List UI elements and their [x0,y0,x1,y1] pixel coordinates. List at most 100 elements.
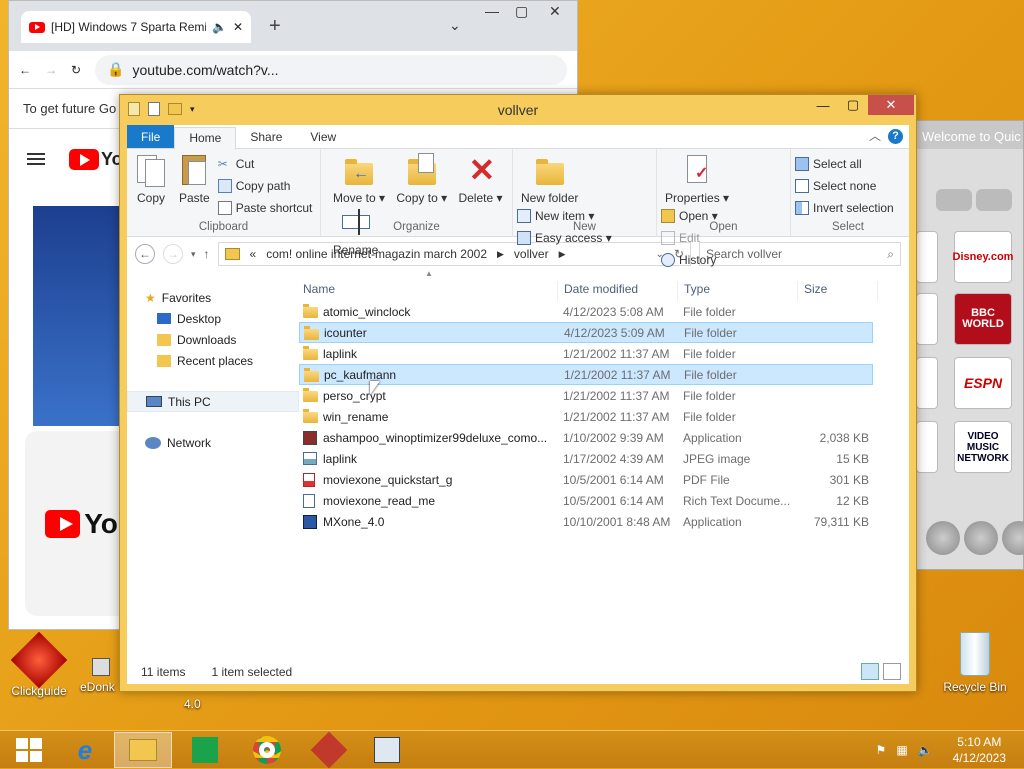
bbc-logo[interactable]: BBC WORLD [954,293,1012,345]
table-row[interactable]: moviexone_read_me 10/5/2001 6:14 AM Rich T… [299,490,873,511]
move-to-button[interactable]: ← Move to ▾ [329,153,389,205]
tab-home[interactable]: Home [174,127,237,150]
chevron-right-icon[interactable]: ▶ [559,249,566,260]
tab-close-icon[interactable]: ✕ [233,20,243,34]
table-row[interactable]: ashampoo_winoptimizer99deluxe_como... 1/1… [299,427,873,448]
copy-to-button[interactable]: Copy to ▾ [392,153,451,205]
delete-button[interactable]: ✕ Delete ▾ [454,153,506,205]
espn-logo[interactable]: ESPN [954,357,1012,409]
clock[interactable]: 5:10 AM 4/12/2023 [953,734,1006,766]
minimize-button[interactable]: — [808,95,838,115]
logo-tile[interactable] [916,293,938,345]
player-button[interactable] [1002,521,1024,555]
table-row[interactable]: atomic_winclock 4/12/2023 5:08 AM File fol… [299,301,873,322]
table-row[interactable]: moviexone_quickstart_g 10/5/2001 6:14 AM P… [299,469,873,490]
taskbar-internet-explorer[interactable]: e [56,732,114,768]
network-tray-icon[interactable]: ▦ [896,743,907,757]
tv-tab[interactable] [936,189,972,211]
close-button[interactable]: ✕ [868,95,914,115]
nav-item-network[interactable]: Network [127,432,299,453]
breadcrumb[interactable]: « com! online internet-magazin march 200… [217,242,691,266]
maximize-button[interactable]: ▢ [515,3,528,20]
reload-icon[interactable]: ↻ [71,63,81,77]
breadcrumb-prefix[interactable]: « [250,247,257,261]
paste-button[interactable]: Paste [174,153,214,205]
logo-tile[interactable] [916,357,938,409]
copy-path-button[interactable]: Copy path [217,177,313,195]
action-center-icon[interactable]: ⚑ [876,743,887,757]
tab-share[interactable]: Share [236,125,296,148]
table-row[interactable]: laplink 1/17/2002 4:39 AM JPEG image 15 KB [299,448,873,469]
taskbar-store[interactable] [176,732,234,768]
nav-item-desktop[interactable]: Desktop [127,308,299,329]
nav-item-favorites[interactable]: ★ Favorites [127,287,299,308]
taskbar-app[interactable] [300,731,358,769]
logo-tile[interactable] [916,421,938,473]
tab-file[interactable]: File [127,125,175,148]
nav-item-downloads[interactable]: Downloads [127,329,299,350]
explorer-titlebar[interactable]: ▾ vollver — ▢ ✕ [120,95,916,123]
nav-item-recent-places[interactable]: Recent places [127,350,299,371]
help-icon[interactable]: ? [888,129,903,144]
tab-search-icon[interactable]: ⌄ [449,17,461,34]
details-view-button[interactable] [861,663,879,680]
desktop-icon-edonkey[interactable]: eDonk [80,658,120,694]
copy-button[interactable]: Copy [131,153,171,205]
file-explorer-window[interactable]: ▾ vollver — ▢ ✕ File Home Share View ︿ ? [119,94,917,692]
file-list[interactable]: Name ▲ Date modified Type Size atomic_wi… [299,269,909,660]
new-folder-button[interactable]: New folder [517,153,582,205]
player-button[interactable] [964,521,998,555]
paste-shortcut-button[interactable]: Paste shortcut [217,199,312,217]
forward-button[interactable]: → [163,244,183,264]
menu-icon[interactable] [27,153,45,165]
column-name[interactable]: Name [303,282,335,296]
new-tab-button[interactable]: + [269,15,281,38]
nav-item-this-pc[interactable]: This PC [127,391,299,412]
chevron-right-icon[interactable]: ▶ [497,249,504,260]
forward-icon[interactable]: → [45,63,57,77]
back-button[interactable]: ← [135,244,155,264]
address-bar[interactable]: 🔒 youtube.com/watch?v... [95,54,567,85]
column-type[interactable]: Type [684,282,710,296]
logo-tile[interactable] [916,231,938,283]
player-button[interactable] [926,521,960,555]
desktop-icon-recycle-bin[interactable]: Recycle Bin [940,632,1010,694]
minimize-button[interactable]: — [485,3,499,19]
taskbar-file-explorer[interactable] [114,732,172,768]
cut-button[interactable]: ✂ Cut [218,155,313,173]
quick-app-window[interactable]: Welcome to Quic Disney.com BBC WORLD ESP… [905,120,1024,570]
close-button[interactable]: ✕ [549,3,561,20]
video-thumbnail[interactable] [33,206,129,426]
column-date[interactable]: Date modified [564,282,638,296]
back-icon[interactable]: ← [19,63,31,77]
taskbar-chrome[interactable] [238,732,296,768]
desktop-icon-clickguide[interactable]: Clickguide [8,631,70,698]
disney-logo[interactable]: Disney.com [953,231,1013,283]
vmn-logo[interactable]: VIDEO MUSIC NETWORK [954,421,1012,473]
table-row[interactable]: win_rename 1/21/2002 11:37 AM File folder [299,406,873,427]
recent-locations-icon[interactable]: ▾ [191,249,196,260]
properties-button[interactable]: ✓ Properties ▾ [661,153,733,205]
table-row[interactable]: MXone_4.0 10/10/2001 8:48 AM Application 79… [299,511,873,532]
tab-view[interactable]: View [296,125,350,148]
column-size[interactable]: Size [804,282,827,296]
heart-tab[interactable] [976,189,1012,211]
large-icons-view-button[interactable] [883,663,901,680]
collapse-ribbon-icon[interactable]: ︿ [869,127,881,144]
volume-icon[interactable]: 🔈 [918,743,933,757]
breadcrumb-current[interactable]: vollver [514,247,549,261]
table-row[interactable]: icounter 4/12/2023 5:09 AM File folder [299,322,873,343]
maximize-button[interactable]: ▢ [838,95,868,115]
history-button[interactable]: History [661,251,718,269]
invert-selection-button[interactable]: Invert selection [795,199,894,217]
table-row[interactable]: perso_crypt 1/21/2002 11:37 AM File folder [299,385,873,406]
search-input[interactable]: Search vollver ⌕ [699,242,901,266]
select-none-button[interactable]: Select none [795,177,894,195]
up-icon[interactable]: ↑ [204,247,210,261]
taskbar-quick-app[interactable] [358,732,416,768]
select-all-button[interactable]: Select all [795,155,894,173]
start-button[interactable] [0,732,58,768]
browser-tab[interactable]: [HD] Windows 7 Sparta Remix 🔈 ✕ [21,11,251,43]
youtube-logo-icon[interactable] [69,148,99,170]
table-row[interactable]: pc_kaufmann 1/21/2002 11:37 AM File folder [299,364,873,385]
